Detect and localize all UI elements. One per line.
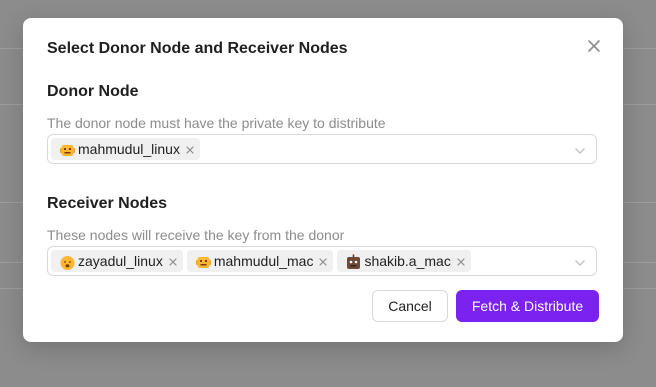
donor-tag-label: mahmudul_linux	[78, 141, 180, 157]
receiver-tag-label: shakib.a_mac	[364, 253, 451, 269]
receiver-tag-label: zayadul_linux	[78, 253, 163, 269]
cancel-button[interactable]: Cancel	[372, 290, 448, 322]
smiley-face-emoji-icon	[59, 254, 76, 271]
donor-section-title: Donor Node	[47, 83, 139, 100]
robot-face-emoji-icon	[195, 254, 212, 271]
receivers-section-title: Receiver Nodes	[47, 195, 168, 212]
donor-tag-list: mahmudul_linux	[51, 138, 200, 160]
chevron-down-icon	[574, 256, 586, 268]
chevron-down-icon	[574, 144, 586, 156]
donor-node-select[interactable]: mahmudul_linux	[47, 134, 597, 164]
remove-tag-icon[interactable]	[167, 255, 179, 267]
remove-tag-icon[interactable]	[455, 255, 467, 267]
receiver-nodes-select[interactable]: zayadul_linux mahmudul_mac shakib.a_mac	[47, 246, 597, 276]
fetch-distribute-button[interactable]: Fetch & Distribute	[456, 290, 599, 322]
receiver-tag: mahmudul_mac	[186, 250, 334, 272]
donor-help-text: The donor node must have the private key…	[47, 115, 386, 131]
receiver-tag: zayadul_linux	[51, 250, 183, 272]
brown-robot-emoji-icon	[345, 254, 362, 271]
remove-tag-icon[interactable]	[317, 255, 329, 267]
receiver-tag-label: mahmudul_mac	[213, 253, 314, 269]
donor-tag: mahmudul_linux	[51, 138, 200, 160]
receiver-tag-list: zayadul_linux mahmudul_mac shakib.a_mac	[51, 250, 471, 272]
receiver-tag: shakib.a_mac	[337, 250, 471, 272]
robot-face-emoji-icon	[59, 142, 76, 159]
dialog-title: Select Donor Node and Receiver Nodes	[47, 40, 348, 57]
receivers-help-text: These nodes will receive the key from th…	[47, 227, 345, 243]
select-nodes-dialog: Select Donor Node and Receiver Nodes Don…	[23, 18, 623, 342]
close-icon	[588, 40, 600, 52]
close-button[interactable]	[585, 37, 603, 55]
remove-tag-icon[interactable]	[184, 143, 196, 155]
